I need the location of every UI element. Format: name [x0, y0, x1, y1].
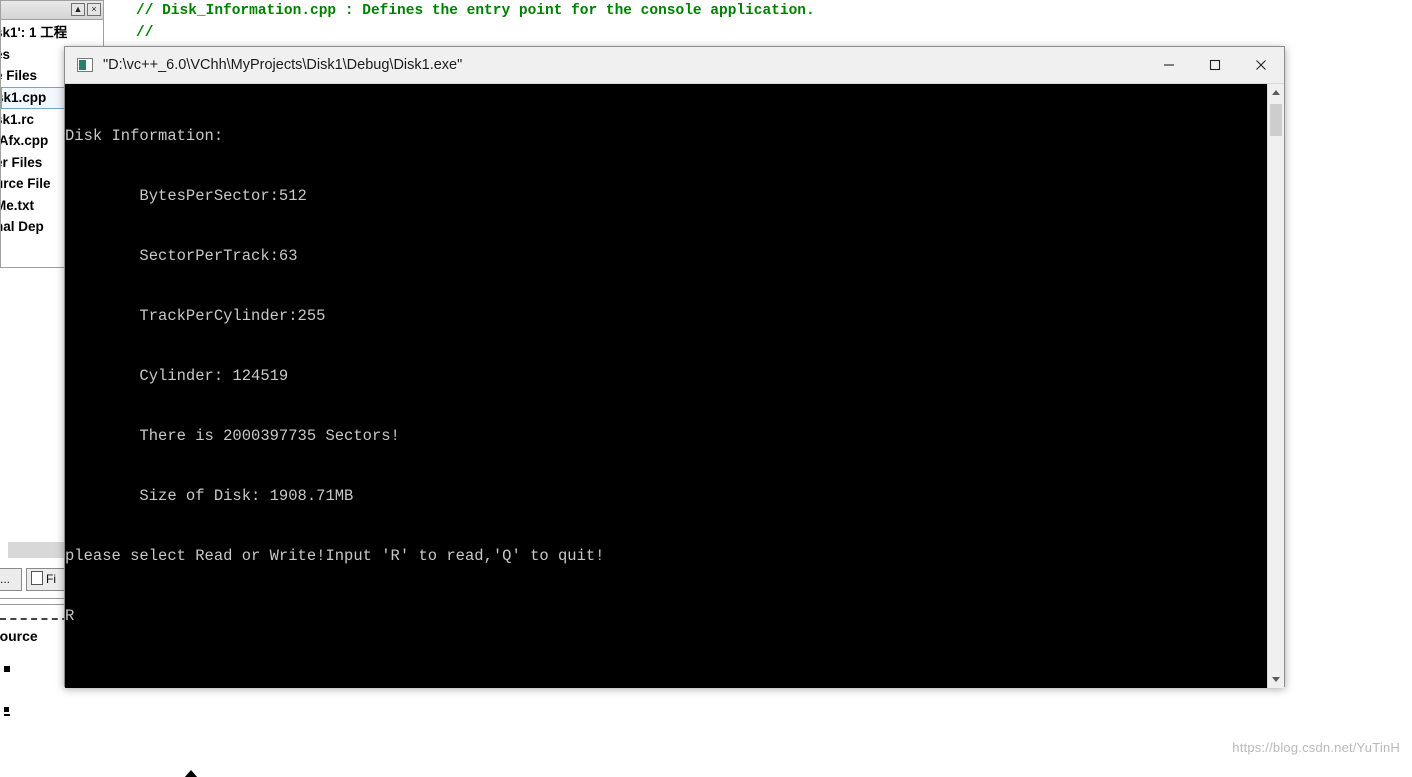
tree-item-project[interactable]: sk1': 1 工程: [1, 22, 103, 44]
output-line: SectorPerTrack:63: [65, 247, 298, 265]
solution-explorer-titlebar: ▲ ×: [1, 1, 103, 20]
code-editor[interactable]: // Disk_Information.cpp : Defines the en…: [118, 0, 1412, 46]
panel-close-button[interactable]: ×: [87, 3, 101, 16]
tree-item-label: sk1.rc: [1, 111, 35, 127]
console-app-icon: [77, 58, 93, 72]
scrollbar-thumb[interactable]: [1270, 104, 1282, 136]
output-line-user-input: R: [65, 607, 75, 625]
output-line-prompt: please select Read or Write!Input 'R' to…: [65, 547, 605, 565]
console-titlebar[interactable]: "D:\vc++_6.0\VChh\MyProjects\Disk1\Debug…: [65, 47, 1284, 84]
output-line: Size of Disk: 1908.71MB: [65, 487, 354, 505]
console-output: Disk Information: BytesPerSector:512 Sec…: [65, 84, 1268, 688]
watermark: https://blog.csdn.net/YuTinH: [1232, 740, 1400, 755]
tree-item-label: e Files: [1, 68, 38, 83]
output-line: TrackPerCylinder:255: [65, 307, 326, 325]
minimize-button[interactable]: [1146, 47, 1192, 83]
tree-item-label: es: [1, 46, 11, 62]
console-body[interactable]: Disk Information: BytesPerSector:512 Sec…: [65, 84, 1284, 688]
browse-button[interactable]: ...: [0, 568, 22, 591]
console-window-title: "D:\vc++_6.0\VChh\MyProjects\Disk1\Debug…: [103, 57, 463, 73]
bullet-marker: [4, 707, 9, 712]
window-controls[interactable]: [1146, 47, 1284, 83]
tree-item-label: nal Dep: [1, 219, 44, 234]
scroll-down-arrow-icon[interactable]: [1268, 671, 1284, 688]
output-line: There is 2000397735 Sectors!: [65, 427, 400, 445]
tree-item-label: Me.txt: [1, 197, 35, 213]
screen-root: // Disk_Information.cpp : Defines the en…: [0, 0, 1412, 777]
file-button-label: Fi: [46, 572, 56, 586]
output-line: BytesPerSector:512: [65, 187, 307, 205]
tree-item-label: sk1.cpp: [1, 89, 47, 105]
code-line: //: [136, 25, 154, 41]
output-line: Disk Information:: [65, 127, 224, 145]
tree-item-label: sk1': 1 工程: [1, 25, 68, 40]
resource-label: esource: [0, 628, 38, 644]
bullet-marker: [4, 666, 10, 672]
tree-item-label: er Files: [1, 154, 43, 170]
document-icon: [31, 571, 43, 585]
tree-item-label: lAfx.cpp: [1, 133, 49, 148]
console-window[interactable]: "D:\vc++_6.0\VChh\MyProjects\Disk1\Debug…: [64, 46, 1285, 688]
bullet-marker: [4, 714, 10, 716]
scroll-up-arrow-icon[interactable]: [1268, 84, 1284, 101]
tree-item-label: urce File: [1, 176, 51, 191]
console-scrollbar[interactable]: [1267, 84, 1284, 688]
close-button[interactable]: [1238, 47, 1284, 83]
output-line: Cylinder: 124519: [65, 367, 289, 385]
code-line: // Disk_Information.cpp : Defines the en…: [136, 3, 815, 19]
caret-up-icon: [184, 770, 198, 777]
panel-minimize-button[interactable]: ▲: [71, 3, 85, 16]
maximize-button[interactable]: [1192, 47, 1238, 83]
